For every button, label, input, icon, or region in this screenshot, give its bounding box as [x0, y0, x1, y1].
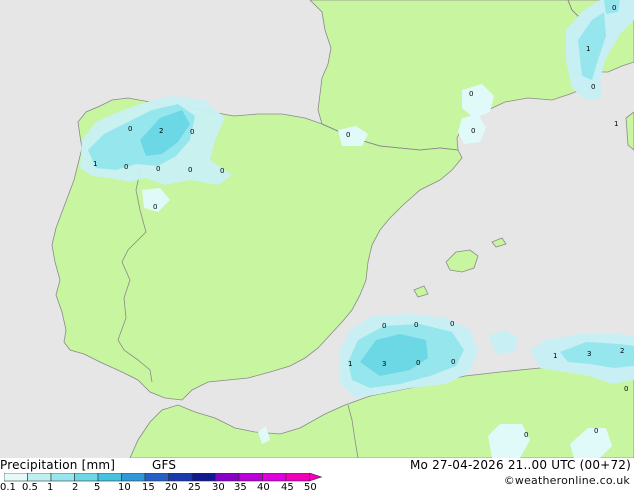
precip-label: 0: [451, 358, 455, 366]
precip-label: 0: [346, 131, 350, 139]
legend-swatch: [4, 473, 28, 482]
precip-label: 0: [471, 127, 475, 135]
precip-label: 1: [348, 360, 352, 368]
legend-arrow: [309, 473, 323, 482]
precip-label: 0: [612, 4, 616, 12]
legend-tick-label: 50: [304, 482, 317, 493]
legend-swatch: [50, 473, 75, 482]
precip-label: 0: [469, 90, 473, 98]
precip-label: 0: [220, 167, 224, 175]
legend-swatch: [168, 473, 193, 482]
legend-title: Precipitation [mm]: [0, 458, 116, 472]
precip-label: 2: [159, 127, 163, 135]
legend-tick-label: 2: [72, 482, 79, 493]
precip-label: 0: [450, 320, 454, 328]
precip-label: 0: [190, 128, 194, 136]
legend-swatch: [121, 473, 146, 482]
precip-label: 1: [586, 45, 590, 53]
legend-tick-label: 0.1: [0, 482, 16, 493]
legend-tick-label: 15: [142, 482, 155, 493]
legend-swatch: [215, 473, 240, 482]
precip-label: 0: [128, 125, 132, 133]
legend-tick-label: 10: [118, 482, 131, 493]
legend-tick-label: 25: [188, 482, 201, 493]
precip-label: 2: [620, 347, 624, 355]
legend-tick-label: 35: [234, 482, 247, 493]
precip-label: 0: [382, 322, 386, 330]
precip-label: 0: [124, 163, 128, 171]
precip-label: 0: [153, 203, 157, 211]
precip-label: 1: [614, 120, 618, 128]
precip-label: 0: [156, 165, 160, 173]
valid-time: Mo 27-04-2026 21..00 UTC (00+72): [409, 458, 631, 472]
credit-link[interactable]: ©weatheronline.co.uk: [504, 474, 630, 487]
legend-swatch: [238, 473, 263, 482]
legend-swatch: [285, 473, 310, 482]
legend-swatch: [144, 473, 169, 482]
precip-label: 3: [382, 360, 386, 368]
precip-label: 3: [587, 350, 591, 358]
legend-tick-label: 5: [94, 482, 101, 493]
legend-tick-label: 30: [212, 482, 225, 493]
legend-swatch: [27, 473, 52, 482]
precip-label: 0: [624, 385, 628, 393]
legend-tick-label: 20: [165, 482, 178, 493]
precip-label: 0: [188, 166, 192, 174]
precipitation-map: 0 2 0 1 0 0 0 0 0 0 0 1 0 0 0 0 0 0 1 3 …: [0, 0, 634, 458]
legend-swatch: [191, 473, 216, 482]
precip-label: 1: [93, 160, 97, 168]
precip-label: 0: [416, 359, 420, 367]
legend-swatch: [74, 473, 99, 482]
model-name: GFS: [152, 458, 177, 472]
precip-label: 0: [414, 321, 418, 329]
legend-swatch: [97, 473, 122, 482]
precip-label: 0: [594, 427, 598, 435]
legend-tick-label: 40: [257, 482, 270, 493]
precip-label: 1: [553, 352, 557, 360]
legend-swatch: [262, 473, 287, 482]
precip-label: 0: [524, 431, 528, 439]
legend-tick-label: 0.5: [22, 482, 38, 493]
legend-tick-label: 45: [281, 482, 294, 493]
precip-label: 0: [591, 83, 595, 91]
footer-bar: Precipitation [mm] GFS Mo 27-04-2026 21.…: [0, 458, 634, 493]
legend-tick-label: 1: [47, 482, 54, 493]
